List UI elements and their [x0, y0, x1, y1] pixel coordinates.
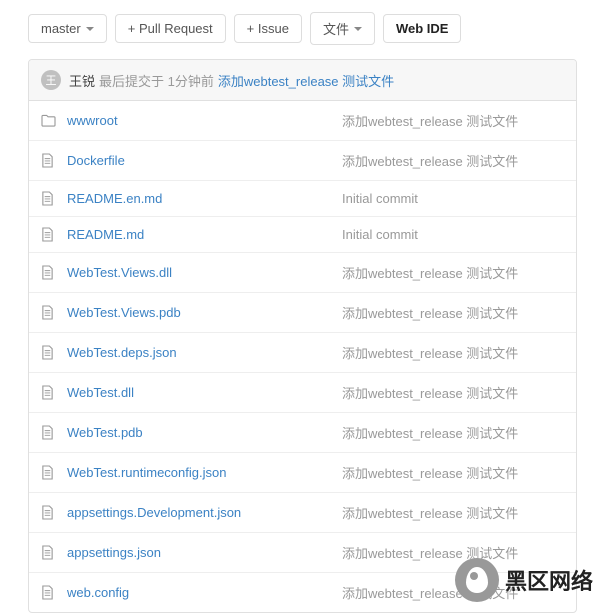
webide-button[interactable]: Web IDE: [383, 14, 462, 43]
file-icon: [41, 425, 57, 440]
file-commit-msg: 添加webtest_release 测试文件: [342, 583, 564, 602]
file-name-link[interactable]: WebTest.dll: [67, 385, 342, 400]
file-commit-msg: 添加webtest_release 测试文件: [342, 543, 564, 562]
file-icon: [41, 345, 57, 360]
file-commit-msg: 添加webtest_release 测试文件: [342, 111, 564, 130]
toolbar: master + Pull Request + Issue 文件 Web IDE: [0, 0, 605, 59]
file-row: WebTest.Views.dll添加webtest_release 测试文件: [29, 253, 576, 293]
file-commit-msg: 添加webtest_release 测试文件: [342, 463, 564, 482]
file-icon: [41, 585, 57, 600]
file-icon: [41, 385, 57, 400]
file-icon: [41, 505, 57, 520]
file-name-link[interactable]: web.config: [67, 585, 342, 600]
file-icon: [41, 227, 57, 242]
file-name-link[interactable]: Dockerfile: [67, 153, 342, 168]
files-dropdown[interactable]: 文件: [310, 12, 375, 45]
file-commit-msg: 添加webtest_release 测试文件: [342, 423, 564, 442]
file-row: WebTest.deps.json添加webtest_release 测试文件: [29, 333, 576, 373]
file-name-link[interactable]: WebTest.runtimeconfig.json: [67, 465, 342, 480]
file-row: README.mdInitial commit: [29, 217, 576, 253]
file-commit-msg: 添加webtest_release 测试文件: [342, 303, 564, 322]
file-row: appsettings.json添加webtest_release 测试文件: [29, 533, 576, 573]
file-name-link[interactable]: WebTest.Views.pdb: [67, 305, 342, 320]
file-name-link[interactable]: WebTest.deps.json: [67, 345, 342, 360]
commit-header: 王 王锐 最后提交于 1分钟前 添加webtest_release 测试文件: [29, 60, 576, 101]
file-row: Dockerfile添加webtest_release 测试文件: [29, 141, 576, 181]
file-name-link[interactable]: README.en.md: [67, 191, 342, 206]
file-commit-msg: Initial commit: [342, 227, 564, 242]
avatar: 王: [41, 70, 61, 90]
file-commit-msg: 添加webtest_release 测试文件: [342, 263, 564, 282]
file-icon: [41, 305, 57, 320]
file-name-link[interactable]: appsettings.Development.json: [67, 505, 342, 520]
file-name-link[interactable]: WebTest.pdb: [67, 425, 342, 440]
file-row: appsettings.Development.json添加webtest_re…: [29, 493, 576, 533]
file-commit-msg: 添加webtest_release 测试文件: [342, 383, 564, 402]
file-icon: [41, 265, 57, 280]
folder-icon: [41, 114, 57, 127]
file-row: wwwroot添加webtest_release 测试文件: [29, 101, 576, 141]
branch-label: master: [41, 21, 81, 36]
commit-meta: 最后提交于 1分钟前: [99, 71, 214, 90]
issue-button[interactable]: + Issue: [234, 14, 302, 43]
chevron-down-icon: [354, 27, 362, 31]
file-row: WebTest.runtimeconfig.json添加webtest_rele…: [29, 453, 576, 493]
file-row: WebTest.dll添加webtest_release 测试文件: [29, 373, 576, 413]
file-commit-msg: 添加webtest_release 测试文件: [342, 151, 564, 170]
file-icon: [41, 545, 57, 560]
pull-request-button[interactable]: + Pull Request: [115, 14, 226, 43]
file-row: WebTest.pdb添加webtest_release 测试文件: [29, 413, 576, 453]
file-icon: [41, 191, 57, 206]
file-icon: [41, 153, 57, 168]
file-name-link[interactable]: WebTest.Views.dll: [67, 265, 342, 280]
file-commit-msg: Initial commit: [342, 191, 564, 206]
file-row: web.config添加webtest_release 测试文件: [29, 573, 576, 612]
file-commit-msg: 添加webtest_release 测试文件: [342, 503, 564, 522]
file-list: wwwroot添加webtest_release 测试文件Dockerfile添…: [29, 101, 576, 612]
file-panel: 王 王锐 最后提交于 1分钟前 添加webtest_release 测试文件 w…: [28, 59, 577, 613]
commit-author: 王锐: [69, 71, 95, 90]
chevron-down-icon: [86, 27, 94, 31]
commit-message-link[interactable]: 添加webtest_release 测试文件: [218, 71, 394, 90]
file-row: README.en.mdInitial commit: [29, 181, 576, 217]
files-label: 文件: [323, 19, 349, 38]
file-commit-msg: 添加webtest_release 测试文件: [342, 343, 564, 362]
branch-selector[interactable]: master: [28, 14, 107, 43]
file-name-link[interactable]: wwwroot: [67, 113, 342, 128]
file-name-link[interactable]: appsettings.json: [67, 545, 342, 560]
file-name-link[interactable]: README.md: [67, 227, 342, 242]
file-icon: [41, 465, 57, 480]
file-row: WebTest.Views.pdb添加webtest_release 测试文件: [29, 293, 576, 333]
